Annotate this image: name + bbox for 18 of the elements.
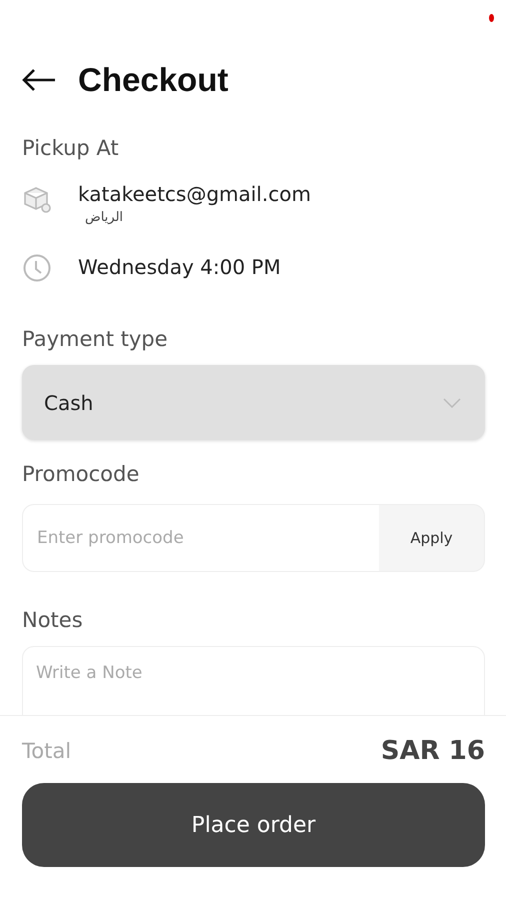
status-dot bbox=[489, 14, 494, 22]
section-heading: Pickup At bbox=[22, 136, 120, 160]
section-heading: Promocode bbox=[22, 462, 140, 486]
chevron-down-icon bbox=[443, 398, 461, 408]
city-name: الرياض bbox=[85, 210, 124, 225]
clock-icon bbox=[22, 253, 52, 283]
section-heading: Payment type bbox=[22, 327, 169, 351]
payment-dropdown[interactable]: Cash bbox=[22, 365, 485, 440]
total-amount: SAR 16 bbox=[380, 736, 485, 766]
back-arrow-icon[interactable] bbox=[22, 68, 56, 92]
pickup-time: Wednesday 4:00 PM bbox=[78, 255, 281, 279]
store-name: katakeetcs@gmail.com bbox=[78, 182, 311, 206]
place-order-button[interactable]: Place order bbox=[22, 783, 485, 867]
page-title: Checkout bbox=[78, 61, 228, 99]
section-heading: Notes bbox=[22, 608, 84, 632]
notes-field[interactable]: Write a Note bbox=[22, 646, 485, 715]
total-label: Total bbox=[22, 739, 72, 763]
package-icon bbox=[22, 184, 52, 214]
